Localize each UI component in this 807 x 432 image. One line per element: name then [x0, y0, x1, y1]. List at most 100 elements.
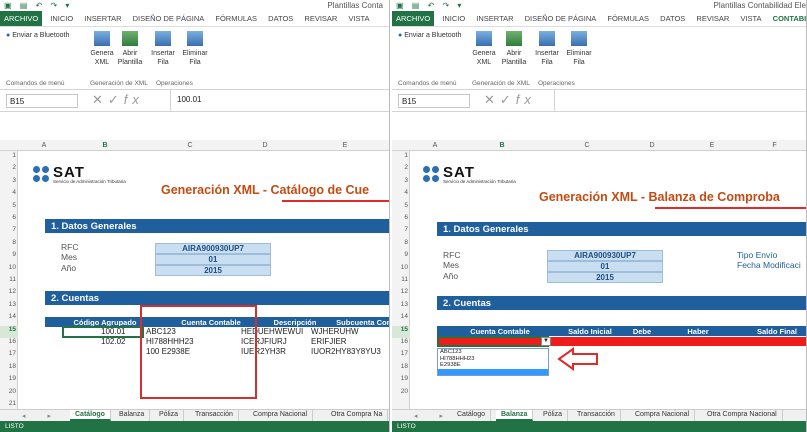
- selected-cell-b15[interactable]: [437, 336, 549, 347]
- row-header[interactable]: 5: [0, 202, 18, 214]
- tab-formulas[interactable]: FÓRMULAS: [215, 11, 257, 23]
- worksheet[interactable]: SAT Servicio de Administración Tributaria…: [411, 151, 806, 409]
- fx-icon[interactable]: ✕✓fx: [484, 92, 536, 108]
- tab-archivo[interactable]: ARCHIVO: [0, 11, 43, 26]
- tab-revisar[interactable]: REVISAR: [696, 11, 729, 23]
- genera-xml-button[interactable]: Genera XML: [472, 31, 496, 67]
- rfc-value[interactable]: AIRA900930UP7: [155, 243, 271, 254]
- row-header[interactable]: 13: [0, 301, 18, 313]
- tab-diseno[interactable]: DISEÑO DE PÁGINA: [133, 11, 205, 23]
- row-header[interactable]: 17: [392, 350, 410, 362]
- table-cell[interactable]: 102.02: [101, 337, 125, 346]
- tab-insertar[interactable]: INSERTAR: [84, 11, 121, 23]
- row-header[interactable]: 9: [392, 251, 410, 263]
- bluetooth-button[interactable]: ● Enviar a Bluetooth: [398, 31, 461, 40]
- row-header[interactable]: 15: [0, 325, 18, 338]
- row-header[interactable]: 12: [0, 288, 18, 300]
- worksheet[interactable]: SAT Servicio de Administración Tributaria…: [19, 151, 389, 409]
- row-header[interactable]: 2: [0, 164, 18, 176]
- rfc-value[interactable]: AIRA900930UP7: [547, 250, 663, 261]
- row-header[interactable]: 11: [0, 276, 18, 288]
- sheet-nav-arrows[interactable]: ◂ ▸: [22, 412, 61, 420]
- dropdown-arrow-icon[interactable]: ▼: [541, 337, 551, 346]
- insertar-fila-button[interactable]: Insertar Fila: [150, 31, 176, 67]
- tab-archivo[interactable]: ARCHIVO: [392, 11, 435, 26]
- row-header[interactable]: 15: [392, 325, 410, 338]
- row-header[interactable]: 8: [0, 239, 18, 251]
- mes-value[interactable]: 01: [155, 254, 271, 265]
- insertar-fila-button[interactable]: Insertar Fila: [534, 31, 560, 67]
- tab-diseno[interactable]: DISEÑO DE PÁGINA: [525, 11, 597, 23]
- row-header[interactable]: 18: [392, 363, 410, 375]
- tab-datos[interactable]: DATOS: [660, 11, 685, 23]
- row-header[interactable]: 3: [392, 177, 410, 189]
- row-header[interactable]: 14: [0, 313, 18, 325]
- row-header[interactable]: 20: [392, 388, 410, 400]
- table-cell[interactable]: ERIFJIER: [311, 337, 347, 346]
- row-header[interactable]: 19: [0, 375, 18, 387]
- row-header[interactable]: 10: [0, 264, 18, 276]
- sheet-tab-poliza[interactable]: Póliza: [154, 410, 185, 421]
- fx-icon[interactable]: ✕✓fx: [92, 92, 144, 108]
- sheet-tab-catalogo[interactable]: Catálogo: [70, 410, 111, 421]
- tab-datos[interactable]: DATOS: [268, 11, 293, 23]
- row-header[interactable]: 7: [392, 226, 410, 238]
- tab-revisar[interactable]: REVISAR: [304, 11, 337, 23]
- table-cell[interactable]: IUOR2HY83Y8YU3: [311, 347, 381, 356]
- bluetooth-button[interactable]: ● Enviar a Bluetooth: [6, 31, 69, 40]
- anio-value[interactable]: 2015: [547, 272, 663, 283]
- tab-insertar[interactable]: INSERTAR: [476, 11, 513, 23]
- dropdown-list[interactable]: ABC123 HI788HHH23 E2938E: [437, 348, 549, 376]
- mes-value[interactable]: 01: [547, 261, 663, 272]
- row-header[interactable]: 6: [392, 214, 410, 226]
- name-box[interactable]: B15: [398, 94, 470, 108]
- sheet-tab-balanza[interactable]: Balanza: [114, 410, 151, 421]
- tab-inicio[interactable]: INICIO: [442, 11, 465, 23]
- tab-inicio[interactable]: INICIO: [50, 11, 73, 23]
- row-header[interactable]: 1: [0, 152, 18, 164]
- row-header[interactable]: 1: [392, 152, 410, 164]
- sheet-tab-balanza[interactable]: Balanza: [496, 410, 534, 421]
- sheet-tab-otra-compra[interactable]: Otra Compra Na: [326, 410, 389, 421]
- row-header[interactable]: 4: [0, 189, 18, 201]
- sheet-tab-otra-compra[interactable]: Otra Compra Nacional: [702, 410, 783, 421]
- name-box[interactable]: B15: [6, 94, 78, 108]
- sheet-tab-compra-nacional[interactable]: Compra Nacional: [248, 410, 314, 421]
- sheet-tab-poliza[interactable]: Póliza: [538, 410, 569, 421]
- row-header[interactable]: 5: [392, 202, 410, 214]
- formula-input[interactable]: 100.01: [170, 90, 389, 112]
- row-header[interactable]: 10: [392, 264, 410, 276]
- row-header[interactable]: 14: [392, 313, 410, 325]
- row-header[interactable]: 17: [0, 350, 18, 362]
- sheet-tab-compra-nacional[interactable]: Compra Nacional: [630, 410, 696, 421]
- row-header[interactable]: 4: [392, 189, 410, 201]
- row-header[interactable]: 16: [392, 338, 410, 350]
- sheet-nav-arrows[interactable]: ◂ ▸: [414, 412, 453, 420]
- row-header[interactable]: 19: [392, 375, 410, 387]
- sheet-tab-catalogo[interactable]: Catálogo: [452, 410, 492, 421]
- eliminar-fila-button[interactable]: Eliminar Fila: [564, 31, 594, 67]
- sheet-tab-transaccion[interactable]: Transacción: [190, 410, 239, 421]
- eliminar-fila-button[interactable]: Eliminar Fila: [180, 31, 210, 67]
- row-header[interactable]: 2: [392, 164, 410, 176]
- row-header[interactable]: 18: [0, 363, 18, 375]
- row-header[interactable]: 13: [392, 301, 410, 313]
- abrir-plantilla-button[interactable]: Abrir Plantilla: [500, 31, 528, 67]
- anio-value[interactable]: 2015: [155, 265, 271, 276]
- quick-access-toolbar[interactable]: ▣ ▤ ↶ ↷ ▾: [4, 1, 72, 10]
- table-cell[interactable]: WJHERUHW: [311, 327, 359, 336]
- tab-contabilidad[interactable]: CONTABILID: [773, 11, 806, 23]
- row-header[interactable]: 20: [0, 388, 18, 400]
- row-header[interactable]: 8: [392, 239, 410, 251]
- row-header[interactable]: 16: [0, 338, 18, 350]
- row-header[interactable]: 12: [392, 288, 410, 300]
- quick-access-toolbar[interactable]: ▣ ▤ ↶ ↷ ▾: [396, 1, 464, 10]
- tab-formulas[interactable]: FÓRMULAS: [607, 11, 649, 23]
- row-header[interactable]: 3: [0, 177, 18, 189]
- row-header[interactable]: 11: [392, 276, 410, 288]
- dropdown-option-empty[interactable]: [438, 368, 548, 375]
- formula-input[interactable]: [554, 90, 806, 112]
- abrir-plantilla-button[interactable]: Abrir Plantilla: [116, 31, 144, 67]
- table-cell[interactable]: 100.01: [101, 327, 125, 336]
- tab-vista[interactable]: VISTA: [740, 11, 761, 23]
